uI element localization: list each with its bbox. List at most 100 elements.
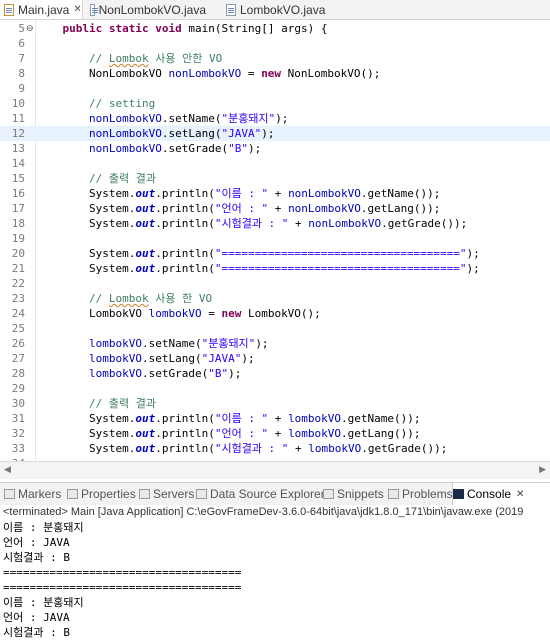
code-line[interactable]: 22 bbox=[0, 276, 550, 291]
code-line[interactable]: 24 LombokVO lombokVO = new LombokVO(); bbox=[0, 306, 550, 321]
code-line[interactable]: 23 // Lombok 사용 한 VO bbox=[0, 291, 550, 306]
code-token: ); bbox=[247, 142, 262, 155]
code-line[interactable]: 11 nonLombokVO.setName("분홍돼지"); bbox=[0, 111, 550, 126]
line-number: 13 bbox=[11, 142, 25, 155]
code-line[interactable]: 14 bbox=[0, 156, 550, 171]
java-file-icon bbox=[4, 3, 14, 16]
code-editor[interactable]: 5 ⊖ public static void main(String[] args… bbox=[0, 20, 550, 461]
code-line[interactable]: 7 // Lombok 사용 안한 VO bbox=[0, 51, 550, 66]
console-output[interactable]: <terminated> Main [Java Application] C:\… bbox=[0, 505, 550, 644]
code-line[interactable]: 8 NonLombokVO nonLombokVO = new NonLombo… bbox=[0, 66, 550, 81]
code-line[interactable]: 31 System.out.println("이름 : " + lombokVO… bbox=[0, 411, 550, 426]
scroll-left-icon[interactable]: ◀ bbox=[4, 464, 11, 475]
tab-data-source-explorer[interactable]: Data Source Explorer bbox=[196, 483, 325, 505]
code-line[interactable]: 6 bbox=[0, 36, 550, 51]
view-label: Data Source Explorer bbox=[210, 487, 325, 501]
console-line: 시험결과 : B bbox=[3, 626, 70, 639]
code-text: public static void main(String[] args) { bbox=[36, 21, 328, 36]
tab-lombokvo-java[interactable]: LombokVO.java bbox=[222, 0, 332, 19]
editor-horizontal-scrollbar[interactable]: ◀ ▶ bbox=[0, 461, 550, 479]
code-token: .println( bbox=[155, 442, 215, 455]
console-line: 언어 : JAVA bbox=[3, 611, 70, 624]
code-token: ); bbox=[241, 352, 255, 365]
line-number: 31 bbox=[11, 412, 25, 425]
code-token: "분홍돼지" bbox=[201, 337, 256, 350]
close-icon[interactable]: ✕ bbox=[516, 489, 524, 500]
code-text: System.out.println("언어 : " + lombokVO.ge… bbox=[36, 426, 421, 441]
code-token: LombokVO(); bbox=[241, 307, 321, 320]
code-token: "JAVA" bbox=[221, 127, 262, 140]
code-token: lombokVO bbox=[288, 412, 342, 425]
code-token: "B" bbox=[208, 367, 229, 380]
code-token: new bbox=[261, 67, 282, 80]
code-token: ); bbox=[466, 262, 480, 275]
code-line[interactable]: 15 // 출력 결과 bbox=[0, 171, 550, 186]
fold-icon[interactable]: ⊖ bbox=[26, 23, 34, 34]
code-line[interactable]: 33 System.out.println("시험결과 : " + lombok… bbox=[0, 441, 550, 456]
code-token: static bbox=[108, 22, 149, 35]
code-token: out bbox=[135, 412, 156, 425]
code-line[interactable]: 30 // 출력 결과 bbox=[0, 396, 550, 411]
tab-servers[interactable]: Servers bbox=[139, 483, 194, 505]
line-number: 11 bbox=[11, 112, 25, 125]
data-source-icon bbox=[196, 489, 207, 499]
code-token: + bbox=[268, 427, 289, 440]
code-line[interactable]: 16 System.out.println("이름 : " + nonLombo… bbox=[0, 186, 550, 201]
code-token: System. bbox=[36, 247, 136, 260]
code-line[interactable]: 21 System.out.println("=================… bbox=[0, 261, 550, 276]
scroll-right-icon[interactable]: ▶ bbox=[539, 464, 546, 475]
code-line[interactable]: 20 System.out.println("=================… bbox=[0, 246, 550, 261]
tab-label: LombokVO.java bbox=[240, 2, 326, 17]
code-token: lombokVO bbox=[148, 307, 202, 320]
code-line[interactable]: 5 ⊖ public static void main(String[] args… bbox=[0, 21, 550, 36]
code-line[interactable]: 9 bbox=[0, 81, 550, 96]
code-token: new bbox=[221, 307, 242, 320]
code-token: = bbox=[241, 67, 262, 80]
console-line: ==================================== bbox=[3, 566, 242, 579]
close-icon[interactable]: ✕ bbox=[73, 4, 81, 15]
code-token: // 출력 결과 bbox=[88, 397, 156, 410]
code-token: + bbox=[268, 202, 289, 215]
code-line[interactable]: 29 bbox=[0, 381, 550, 396]
code-line[interactable]: 12 nonLombokVO.setLang("JAVA"); bbox=[0, 126, 550, 141]
line-number: 24 bbox=[11, 307, 25, 320]
code-token: lombokVO bbox=[288, 427, 342, 440]
code-line[interactable]: 10 // setting bbox=[0, 96, 550, 111]
tab-nonlombokvo-java[interactable]: NonLombokVO.java bbox=[86, 0, 206, 19]
servers-icon bbox=[139, 489, 150, 499]
code-line[interactable]: 26 lombokVO.setName("분홍돼지"); bbox=[0, 336, 550, 351]
code-line[interactable]: 18 System.out.println("시험결과 : " + nonLom… bbox=[0, 216, 550, 231]
code-token: out bbox=[135, 427, 156, 440]
code-line[interactable]: 17 System.out.println("언어 : " + nonLombo… bbox=[0, 201, 550, 216]
code-token: out bbox=[135, 442, 156, 455]
code-token: nonLombokVO bbox=[308, 217, 382, 230]
code-line[interactable]: 28 lombokVO.setGrade("B"); bbox=[0, 366, 550, 381]
code-token: .getName()); bbox=[360, 187, 441, 200]
tab-markers[interactable]: Markers bbox=[4, 483, 61, 505]
console-icon bbox=[453, 489, 464, 499]
code-line[interactable]: 13 nonLombokVO.setGrade("B"); bbox=[0, 141, 550, 156]
tab-main-java[interactable]: Main.java ✕ bbox=[0, 0, 83, 19]
code-token: ); bbox=[466, 247, 480, 260]
code-text: // 출력 결과 bbox=[36, 396, 156, 411]
code-token: .getLang()); bbox=[341, 427, 421, 440]
line-number: 26 bbox=[11, 337, 25, 350]
code-line[interactable]: 25 bbox=[0, 321, 550, 336]
code-token: "시험결과 : " bbox=[214, 217, 289, 230]
tab-snippets[interactable]: Snippets bbox=[323, 483, 384, 505]
code-token: "이름 : " bbox=[214, 412, 269, 425]
code-token: // 출력 결과 bbox=[88, 172, 156, 185]
view-label: Snippets bbox=[337, 487, 384, 501]
tab-console[interactable]: Console ✕ bbox=[452, 483, 550, 505]
line-number: 30 bbox=[11, 397, 25, 410]
code-line[interactable]: 32 System.out.println("언어 : " + lombokVO… bbox=[0, 426, 550, 441]
tab-properties[interactable]: Properties bbox=[67, 483, 136, 505]
code-line[interactable]: 27 lombokVO.setLang("JAVA"); bbox=[0, 351, 550, 366]
code-line[interactable]: 19 bbox=[0, 231, 550, 246]
code-token: // bbox=[88, 292, 109, 305]
line-number: 20 bbox=[11, 247, 25, 260]
code-token: lombokVO bbox=[88, 367, 142, 380]
tab-problems[interactable]: Problems bbox=[388, 483, 453, 505]
